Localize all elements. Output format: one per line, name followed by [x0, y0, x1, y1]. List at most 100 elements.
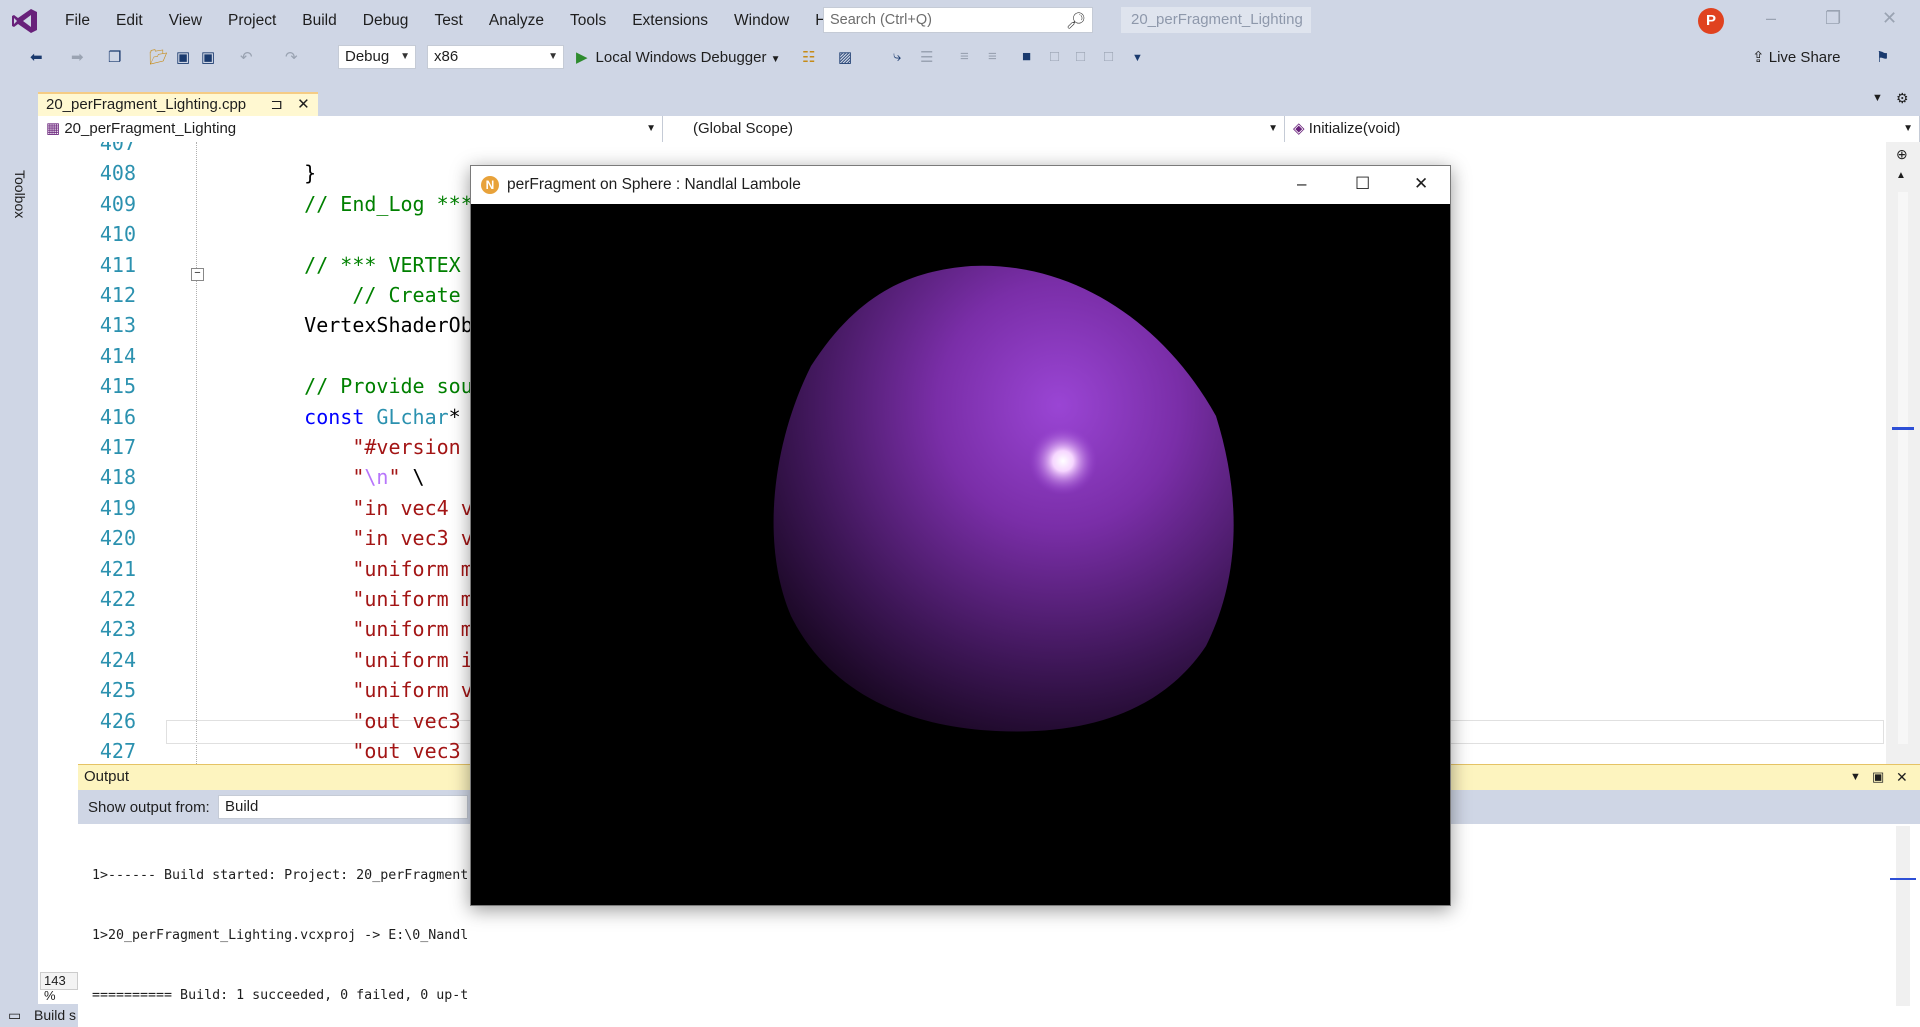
opengl-window-titlebar[interactable]: N perFragment on Sphere : Nandlal Lambol…: [471, 166, 1450, 204]
scope-dropdown-value: (Global Scope): [693, 120, 794, 137]
project-icon: ▦: [46, 120, 65, 137]
toolbox-tab[interactable]: Toolbox: [12, 170, 28, 218]
live-share-label: Live Share: [1768, 49, 1841, 66]
share-icon: ⇪: [1752, 49, 1769, 66]
next-bookmark-icon[interactable]: □: [1076, 48, 1085, 65]
project-dropdown-value: 20_perFragment_Lighting: [64, 120, 237, 137]
search-input[interactable]: Search (Ctrl+Q) 🔎︎: [823, 7, 1093, 33]
line-number: 425: [99, 678, 136, 703]
close-icon[interactable]: ✕: [1882, 8, 1897, 29]
lit-sphere: [773, 265, 1234, 732]
line-number: 409: [99, 191, 136, 216]
code-line[interactable]: 407: [38, 142, 1886, 158]
pin-icon[interactable]: ⊐: [270, 96, 283, 113]
line-number: 417: [99, 435, 136, 459]
line-number: 426: [99, 708, 136, 733]
code-token: \: [400, 465, 425, 490]
settings-icon[interactable]: ⚙: [1896, 90, 1909, 107]
code-text: "\n" \: [256, 462, 425, 492]
method-icon: ◈: [1293, 120, 1309, 137]
menu-build[interactable]: Build: [289, 12, 349, 30]
toolbar-overflow-icon[interactable]: ▼: [1132, 52, 1143, 64]
search-icon[interactable]: 🔎︎: [1066, 11, 1086, 31]
editor-scrollbar[interactable]: ⊕ ▲: [1886, 142, 1920, 764]
line-number: 412: [99, 283, 136, 307]
project-dropdown[interactable]: ▦ 20_perFragment_Lighting ▼: [38, 116, 663, 142]
bookmark-icon[interactable]: ■: [1022, 48, 1031, 65]
undo-icon[interactable]: ↶: [240, 48, 253, 66]
live-share-button[interactable]: ⇪ Live Share: [1752, 48, 1840, 66]
output-text[interactable]: 1>------ Build started: Project: 20_perF…: [92, 826, 468, 1026]
maximize-icon[interactable]: ☐: [1355, 174, 1370, 194]
tab-list-icon[interactable]: ▼: [1872, 92, 1883, 104]
line-number: 415: [99, 374, 136, 399]
menu-tools[interactable]: Tools: [557, 12, 619, 30]
configuration-select[interactable]: Debug ▼: [338, 45, 416, 69]
save-all-icon[interactable]: ▣: [201, 48, 215, 66]
close-icon[interactable]: ✕: [1414, 174, 1428, 194]
comment-icon[interactable]: ≡: [960, 48, 969, 65]
maximize-pane-icon[interactable]: ▣: [1872, 765, 1884, 789]
chevron-down-icon: ▼: [646, 123, 656, 134]
menu-extensions[interactable]: Extensions: [619, 12, 721, 30]
chevron-down-icon: ▼: [1903, 123, 1913, 134]
chevron-down-icon: ▼: [400, 51, 410, 62]
format-icon[interactable]: ☰: [920, 48, 933, 66]
output-source-select[interactable]: Build: [218, 795, 468, 819]
tab-source-file[interactable]: 20_perFragment_Lighting.cpp ⊐ ✕: [38, 92, 318, 116]
close-pane-icon[interactable]: ✕: [1896, 765, 1908, 789]
menu-view[interactable]: View: [156, 12, 215, 30]
window-position-icon[interactable]: ▼: [1850, 765, 1861, 789]
zoom-level[interactable]: 143 %: [40, 972, 78, 1003]
menu-test[interactable]: Test: [421, 12, 475, 30]
menu-edit[interactable]: Edit: [103, 12, 156, 30]
tab-strip: [38, 82, 1920, 116]
save-icon[interactable]: ▣: [176, 48, 190, 66]
sphere-body: [773, 265, 1234, 732]
scrollbar-track[interactable]: [1898, 192, 1908, 744]
opengl-window[interactable]: N perFragment on Sphere : Nandlal Lambol…: [470, 165, 1451, 906]
split-icon[interactable]: ⊕: [1896, 146, 1908, 163]
line-number: 420: [99, 526, 136, 551]
diagnostics-icon[interactable]: ▨: [838, 48, 852, 66]
redo-icon[interactable]: ↷: [285, 48, 298, 66]
clear-bookmarks-icon[interactable]: □: [1104, 48, 1113, 65]
line-number: 416: [99, 404, 136, 429]
start-debugging-button[interactable]: ▶ Local Windows Debugger ▼: [576, 48, 781, 66]
menu-file[interactable]: File: [52, 12, 103, 30]
menu-debug[interactable]: Debug: [350, 12, 422, 30]
back-icon[interactable]: ⬅: [30, 48, 43, 66]
tab-close-icon[interactable]: ✕: [297, 96, 310, 113]
toolbox-strip: Toolbox: [0, 82, 38, 1027]
minimize-icon[interactable]: –: [1297, 174, 1306, 194]
code-token: \n: [364, 465, 389, 490]
new-project-icon[interactable]: ❐: [108, 48, 121, 66]
platform-select[interactable]: x86 ▼: [427, 45, 564, 69]
menu-analyze[interactable]: Analyze: [476, 12, 557, 30]
feedback-icon[interactable]: ⚑: [1876, 48, 1889, 66]
line-number: 411: [99, 252, 136, 277]
minimize-icon[interactable]: –: [1766, 8, 1776, 29]
line-number: 427: [99, 739, 136, 763]
platform-value: x86: [434, 48, 459, 65]
output-scrollbar[interactable]: [1890, 826, 1916, 1006]
open-file-icon[interactable]: 📂︎: [149, 48, 168, 66]
menu-project[interactable]: Project: [215, 12, 289, 30]
line-number: 410: [99, 222, 136, 247]
chevron-down-icon: ▼: [770, 54, 781, 65]
find-in-files-icon[interactable]: ☷: [802, 48, 815, 66]
step-icon[interactable]: ⤷: [893, 48, 901, 65]
prev-bookmark-icon[interactable]: □: [1050, 48, 1059, 65]
scroll-up-icon[interactable]: ▲: [1896, 170, 1906, 181]
scope-dropdown[interactable]: (Global Scope) ▼: [663, 116, 1285, 142]
avatar[interactable]: P: [1698, 8, 1724, 34]
forward-icon[interactable]: ➡: [71, 48, 84, 66]
code-token: ": [256, 465, 365, 490]
menu-bar: File Edit View Project Build Debug Test …: [52, 0, 860, 42]
restore-icon[interactable]: ❐: [1825, 8, 1841, 29]
code-token: ": [388, 465, 401, 490]
menu-window[interactable]: Window: [721, 12, 802, 30]
uncomment-icon[interactable]: ≡: [988, 48, 997, 65]
member-dropdown[interactable]: ◈ Initialize(void) ▼: [1285, 116, 1920, 142]
run-label: Local Windows Debugger: [595, 49, 767, 66]
